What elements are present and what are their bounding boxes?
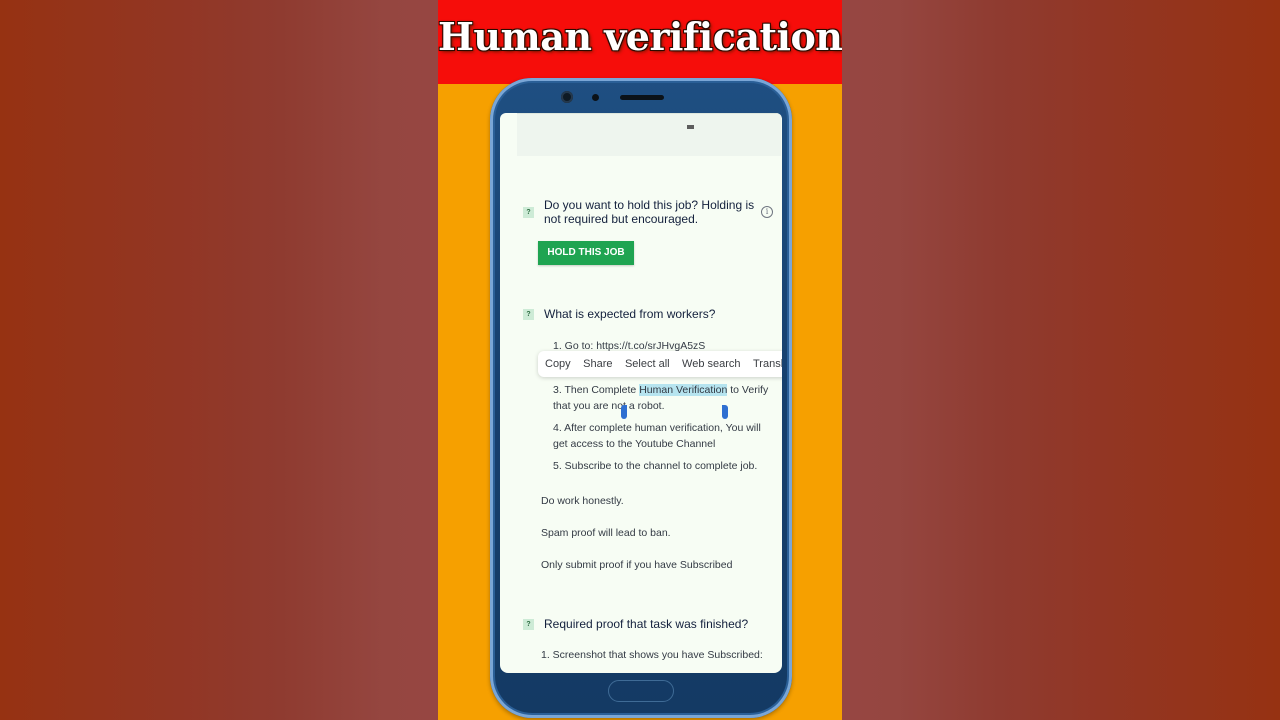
- question-badge-icon: ?: [523, 619, 534, 630]
- sensor-icon: [592, 94, 599, 101]
- hold-question-line1: Do you want to hold this job? Holding is: [544, 198, 755, 212]
- note-submit-proof: Only submit proof if you have Subscribed: [541, 559, 733, 571]
- context-menu-web-search[interactable]: Web search: [682, 351, 741, 377]
- step-4-line1: 4. After complete human verification, Yo…: [553, 422, 761, 434]
- top-panel: [517, 113, 781, 156]
- step-3-line1: 3. Then Complete Human Verification to V…: [553, 382, 768, 398]
- step-3-line2: that you are not a robot.: [553, 400, 665, 412]
- info-icon[interactable]: i: [761, 206, 773, 218]
- banner-title: Human verification: [438, 14, 842, 59]
- drag-handle-icon: [687, 125, 694, 129]
- proof-item-1: 1. Screenshot that shows you have Subscr…: [541, 649, 763, 661]
- home-button[interactable]: [608, 680, 674, 702]
- step-5: 5. Subscribe to the channel to complete …: [553, 460, 758, 472]
- question-badge-icon: ?: [523, 309, 534, 320]
- selection-start-handle[interactable]: [621, 405, 627, 419]
- title-banner: Human verification: [438, 0, 842, 84]
- hold-question-line2: not required but encouraged.: [544, 212, 699, 226]
- step-3-text-before: 3. Then Complete: [553, 384, 640, 396]
- selected-text[interactable]: Human Verification: [639, 384, 728, 396]
- step-3-text-after: to Verify: [727, 384, 769, 396]
- proof-title: Required proof that task was finished?: [544, 617, 749, 631]
- video-frame: Human verification ? Do you want to hold…: [438, 0, 842, 720]
- expected-title: What is expected from workers?: [544, 307, 716, 321]
- selection-end-handle[interactable]: [722, 405, 728, 419]
- step-4-line2: get access to the Youtube Channel: [553, 438, 716, 450]
- front-camera-icon: [561, 91, 573, 103]
- note-spam-ban: Spam proof will lead to ban.: [541, 527, 671, 539]
- context-menu-copy[interactable]: Copy: [545, 351, 571, 377]
- context-menu-translate[interactable]: Translate: [753, 351, 782, 377]
- question-badge-icon: ?: [523, 207, 534, 218]
- context-menu-select-all[interactable]: Select all: [625, 351, 670, 377]
- note-work-honestly: Do work honestly.: [541, 495, 624, 507]
- text-selection-context-menu: Copy Share Select all Web search Transla…: [538, 351, 782, 377]
- context-menu-share[interactable]: Share: [583, 351, 612, 377]
- hold-this-job-button[interactable]: HOLD THIS JOB: [538, 241, 634, 265]
- phone-screen: ? Do you want to hold this job? Holding …: [500, 113, 782, 673]
- earpiece-speaker-icon: [620, 95, 664, 100]
